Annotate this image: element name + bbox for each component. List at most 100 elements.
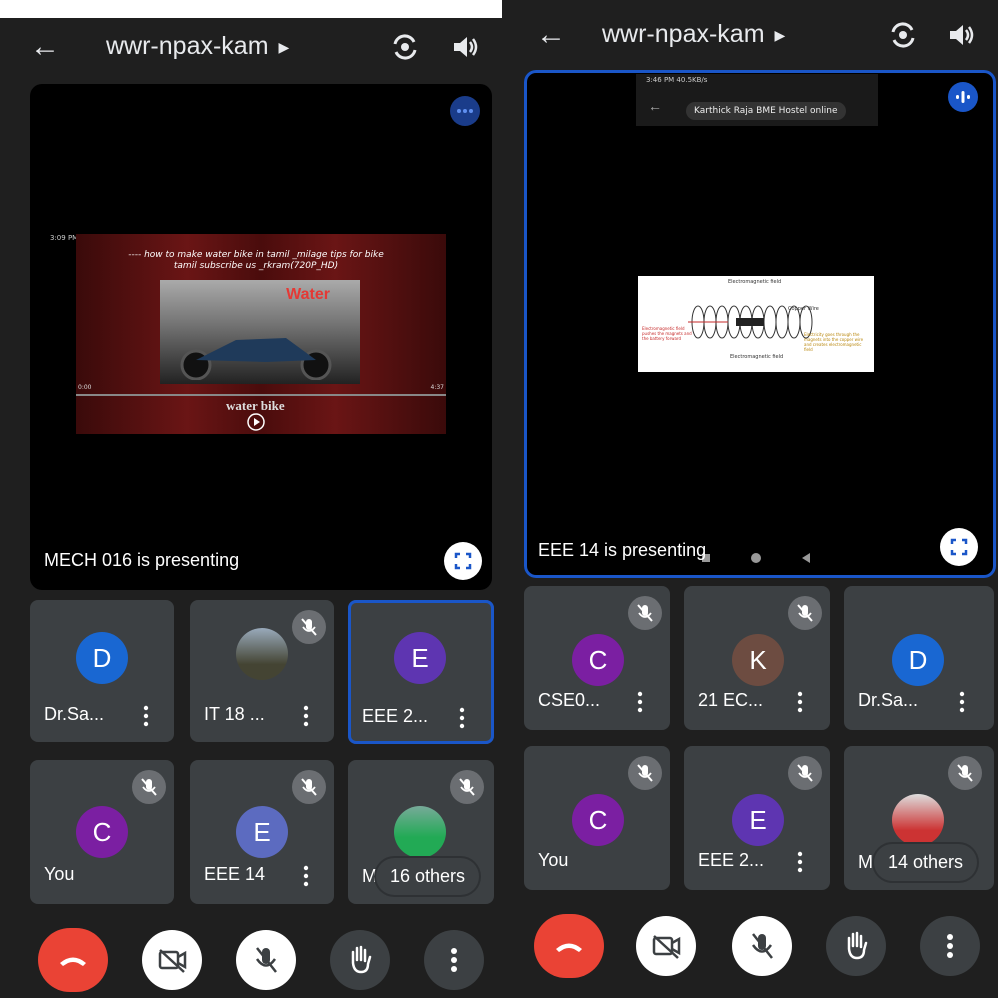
others-count-pill[interactable]: 14 others [874,844,978,881]
participant-name: IT 18 ... [204,704,265,724]
status-time: 3:46 PM 40.5KB/s [646,76,708,84]
others-count-pill[interactable]: 16 others [376,858,480,895]
more-vertical-icon[interactable] [458,706,466,730]
more-vertical-icon[interactable] [796,850,804,874]
avatar-initial: C [588,805,608,835]
hang-up-icon [556,943,582,952]
avatar-initial: D [92,643,112,673]
caret-right-icon: ▶ [774,26,786,43]
fullscreen-icon [454,552,472,570]
avatar-photo [394,806,446,858]
more-vertical-icon[interactable] [636,690,644,714]
switch-camera-icon[interactable] [888,20,918,50]
participant-tile[interactable]: E EEE 14 [190,760,334,904]
end-call-button[interactable] [38,928,108,992]
seek-bar[interactable] [76,394,446,396]
avatar-initial: E [411,643,429,673]
stage-options-button[interactable] [948,82,978,112]
participant-tile[interactable]: M 14 others [844,746,994,890]
android-nav-bar [702,553,810,563]
more-vertical-icon[interactable] [958,690,966,714]
back-arrow-icon[interactable]: ← [30,32,60,62]
avatar-initial: C [588,645,608,675]
mic-off-badge [628,756,662,790]
participant-tile[interactable]: D Dr.Sa... [30,600,174,742]
video-player[interactable]: ---- how to make water bike in tamil _mi… [76,234,446,434]
participant-tile[interactable]: C You [30,760,174,904]
hang-up-icon [60,957,86,966]
participant-tile[interactable]: E EEE 2... [684,746,830,890]
more-vertical-icon [947,934,953,958]
right-phone-screen: ← wwr-npax-kam ▶ 3:46 PM 40.5KB/s ← Karth… [502,0,998,998]
avatar: C [572,794,624,846]
play-icon[interactable] [246,412,266,432]
diagram-label-top: Electromagnetic field [728,279,782,285]
speaker-icon[interactable] [450,32,480,62]
switch-camera-icon[interactable] [390,32,420,62]
camera-off-icon [158,949,187,973]
participant-name: Dr.Sa... [44,704,105,724]
fullscreen-button[interactable] [444,542,482,580]
participant-tile[interactable]: K 21 EC... [684,586,830,730]
meeting-code: wwr-npax-kam [106,32,269,60]
participant-name: EEE 14 [204,864,266,884]
participant-name: Dr.Sa... [858,690,919,710]
avatar-initial: E [253,817,271,847]
participant-tile[interactable]: C You [524,746,670,890]
participant-name: CSE0... [538,690,601,710]
more-vertical-icon[interactable] [302,864,310,888]
participant-tile[interactable]: IT 18 ... [190,600,334,742]
participant-tile[interactable]: C CSE0... [524,586,670,730]
coil-drawing [688,305,813,339]
more-options-button[interactable] [920,916,980,976]
back-arrow-icon[interactable]: ← [536,20,566,50]
participant-tile-active-speaker[interactable]: E EEE 2... [348,600,494,744]
participant-tile[interactable]: Me 16 others [348,760,494,904]
left-phone-screen: ← wwr-npax-kam ▶ 3:09 PM ---- how to make… [0,18,502,998]
more-vertical-icon[interactable] [796,690,804,714]
stage-options-button[interactable] [450,96,480,126]
caret-right-icon: ▶ [278,38,290,55]
fullscreen-button[interactable] [940,528,978,566]
time-end: 4:37 [430,384,444,391]
presentation-stage[interactable]: 3:46 PM 40.5KB/s ← Karthick Raja BME Hos… [524,70,996,578]
camera-toggle-button[interactable] [636,916,696,976]
more-horizontal-icon [457,109,473,113]
raise-hand-button[interactable] [330,930,390,990]
more-vertical-icon [451,948,457,972]
status-time: 3:09 PM [50,234,79,242]
mic-off-icon [255,947,277,973]
speaker-icon[interactable] [946,20,976,50]
mic-off-badge [292,770,326,804]
participant-name: 21 EC... [698,690,764,710]
avatar: E [236,806,288,858]
presentation-stage[interactable]: 3:09 PM ---- how to make water bike in t… [30,84,492,590]
participant-name: M [858,852,873,872]
avatar-photo [892,794,944,846]
meeting-title[interactable]: wwr-npax-kam ▶ [602,20,785,49]
more-vertical-icon[interactable] [142,704,150,728]
mic-toggle-button[interactable] [236,930,296,990]
mic-off-icon [301,778,317,796]
camera-toggle-button[interactable] [142,930,202,990]
avatar: E [394,632,446,684]
more-options-button[interactable] [424,930,484,990]
end-call-button[interactable] [534,914,604,978]
avatar: D [892,634,944,686]
mic-toggle-button[interactable] [732,916,792,976]
hand-icon [351,945,372,974]
raise-hand-button[interactable] [826,916,886,976]
diagram-label-right: Electricity goes through the magnets int… [804,332,864,352]
meeting-code: wwr-npax-kam [602,20,765,48]
electromagnet-diagram: Electromagnetic field Copper Wire Electr… [638,276,874,372]
participant-tile[interactable]: D Dr.Sa... [844,586,994,730]
avatar-initial: K [749,645,767,675]
mic-off-icon [751,933,773,959]
presenting-label: MECH 016 is presenting [44,550,240,570]
meeting-title[interactable]: wwr-npax-kam ▶ [106,32,289,61]
avatar-initial: D [908,645,928,675]
more-vertical-icon[interactable] [302,704,310,728]
mic-off-badge [788,756,822,790]
participant-name: EEE 2... [362,706,429,726]
participant-name-you: You [538,850,569,870]
